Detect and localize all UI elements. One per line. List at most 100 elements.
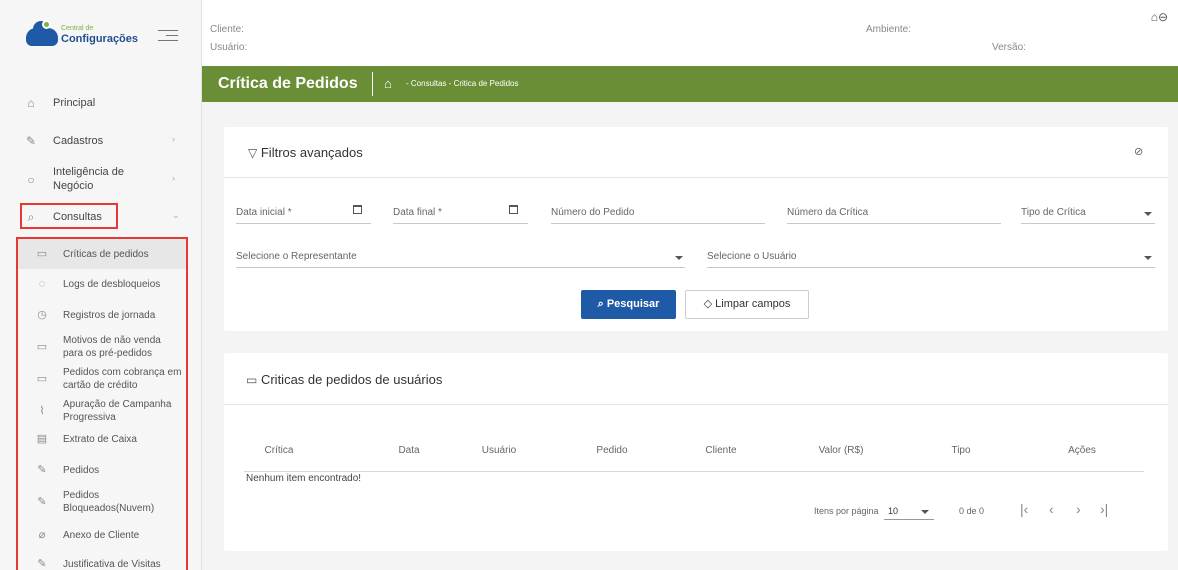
breadcrumb: - Consultas - Critica de Pedidos (406, 79, 519, 88)
eraser-icon: ◇ (703, 298, 713, 310)
home-icon[interactable]: ⌂ (1151, 10, 1158, 24)
submenu-item-label: Pedidos com cobrança em cartão de crédit… (63, 367, 182, 391)
submenu-item-label: Registros de jornada (63, 310, 156, 321)
results-header: ▭ Criticas de pedidos de usuários (246, 372, 442, 387)
usuario-label: Usuário: (210, 42, 248, 53)
clock-icon: ◷ (37, 309, 47, 321)
page-title: Crítica de Pedidos (218, 75, 358, 92)
top-header: Cliente: Usuário: Ambiente: Versão: ⌂⊖ (202, 0, 1178, 66)
column-header-usuario[interactable]: Usuário (479, 445, 519, 456)
lock-icon: ◌ (38, 278, 46, 290)
chevron-down-icon[interactable] (1144, 212, 1152, 216)
submenu-item-label: Pedidos Bloqueados(Nuvem) (63, 490, 155, 514)
chevron-down-icon[interactable] (675, 256, 683, 260)
logo-small-text: Central de (61, 25, 94, 32)
next-page-icon[interactable]: › (1076, 501, 1081, 517)
chevron-down-icon[interactable] (921, 510, 929, 514)
sidebar-item-principal[interactable]: ⌂ Principal (0, 96, 202, 112)
column-header-tipo[interactable]: Tipo (946, 445, 976, 456)
items-per-page-label: Itens por página (814, 506, 879, 516)
ambiente-label: Ambiente: (866, 24, 912, 35)
cliente-label: Cliente: (210, 24, 244, 35)
results-card: ▭ Criticas de pedidos de usuários Crític… (224, 353, 1168, 551)
trend-icon: ⌇ (39, 405, 45, 417)
calendar-icon[interactable] (509, 205, 518, 214)
submenu-item-label: Apuração de Campanha Progressiva (63, 399, 172, 423)
cloud-logo-icon (26, 21, 58, 46)
tipo-critica-select[interactable]: Tipo de Crítica (1021, 207, 1086, 218)
filters-divider (224, 177, 1168, 178)
sidebar-item-label: Principal (53, 97, 96, 109)
chevron-right-icon: › (172, 134, 175, 144)
sidebar-item-consultas[interactable]: ⌕ Consultas ⌄ (0, 210, 202, 226)
eye-off-icon[interactable]: ⊘ (1134, 145, 1143, 158)
sidebar-item-inteligencia[interactable]: ○ Inteligência de Negócio › (0, 165, 202, 195)
sidebar-item-cadastros[interactable]: ✎ Cadastros › (0, 134, 202, 150)
submenu-item-label: Críticas de pedidos (63, 249, 149, 260)
logo-big-text: Configurações (61, 33, 139, 45)
chevron-right-icon: › (172, 173, 175, 183)
last-page-icon[interactable]: ›| (1100, 501, 1108, 517)
first-page-icon[interactable]: |‹ (1020, 501, 1028, 517)
app-logo[interactable]: Central de Configurações (26, 20, 146, 52)
clear-button[interactable]: ◇ Limpar campos (685, 290, 809, 319)
header-icons: ⌂⊖ (1151, 10, 1168, 24)
tipo-critica-underline (1021, 223, 1155, 224)
column-header-acoes: Ações (1068, 445, 1096, 456)
representante-underline (236, 267, 685, 268)
lightbulb-icon: ○ (27, 173, 35, 187)
column-header-valor[interactable]: Valor (R$) (811, 445, 871, 456)
column-header-data[interactable]: Data (394, 445, 424, 456)
results-divider (224, 404, 1168, 405)
gear-logo-icon (42, 20, 51, 29)
pagination-range: 0 de 0 (959, 506, 985, 516)
search-button[interactable]: ⌕ Pesquisar (581, 290, 676, 319)
items-per-page-select[interactable]: 10 (888, 506, 898, 516)
table-header-line (244, 471, 1144, 472)
chevron-down-icon: ⌄ (172, 210, 180, 220)
submenu-item-label: Anexo de Cliente (63, 530, 140, 541)
prev-page-icon[interactable]: ‹ (1049, 501, 1054, 517)
chat-icon: ▭ (36, 248, 48, 260)
paperclip-icon: ⌀ (38, 529, 46, 541)
data-inicial-underline (236, 223, 371, 224)
sidebar-item-label: Consultas (53, 211, 102, 223)
edit-icon: ✎ (37, 496, 47, 508)
filters-title: Filtros avançados (260, 145, 363, 160)
results-title: Criticas de pedidos de usuários (260, 372, 443, 387)
numero-critica-field[interactable]: Número da Crítica (787, 207, 868, 218)
data-inicial-field[interactable]: Data inicial * (236, 207, 292, 218)
submenu-item-label: Motivos de não venda para os pré-pedidos (63, 335, 161, 359)
column-header-critica[interactable]: Crítica (264, 445, 294, 456)
sidebar-item-label: Cadastros (53, 135, 104, 147)
chevron-down-icon[interactable] (1144, 256, 1152, 260)
numero-critica-underline (787, 223, 1001, 224)
empty-message: Nenhum item encontrado! (246, 473, 362, 484)
breadcrumb-home-icon[interactable]: ⌂ (384, 76, 392, 91)
filter-icon: ▽ (248, 146, 258, 160)
submenu-item-label: Justificativa de Visitas (63, 559, 161, 570)
edit-icon: ✎ (25, 134, 37, 148)
edit-icon: ✎ (37, 464, 47, 476)
column-header-pedido[interactable]: Pedido (592, 445, 632, 456)
title-divider (372, 72, 373, 96)
numero-pedido-underline (551, 223, 765, 224)
page-header-bar: Crítica de Pedidos ⌂ - Consultas - Criti… (202, 66, 1178, 102)
representante-select[interactable]: Selecione o Representante (236, 251, 357, 262)
numero-pedido-field[interactable]: Número do Pedido (551, 207, 634, 218)
credit-card-icon: ▭ (36, 373, 48, 385)
document-icon: ▤ (36, 433, 48, 445)
calendar-icon[interactable] (353, 205, 362, 214)
usuario-select[interactable]: Selecione o Usuário (707, 251, 797, 262)
logout-icon[interactable]: ⊖ (1158, 10, 1168, 24)
chat-icon: ▭ (36, 341, 48, 353)
filters-header[interactable]: ▽ Filtros avançados (248, 145, 363, 160)
menu-toggle-icon[interactable] (158, 30, 178, 45)
search-icon: ⌕ (597, 298, 604, 310)
submenu-item-label: Extrato de Caixa (63, 434, 137, 445)
usuario-underline (707, 267, 1155, 268)
clear-button-label: Limpar campos (715, 298, 791, 310)
data-final-field[interactable]: Data final * (393, 207, 442, 218)
edit-icon: ✎ (37, 558, 47, 570)
column-header-cliente[interactable]: Cliente (701, 445, 741, 456)
